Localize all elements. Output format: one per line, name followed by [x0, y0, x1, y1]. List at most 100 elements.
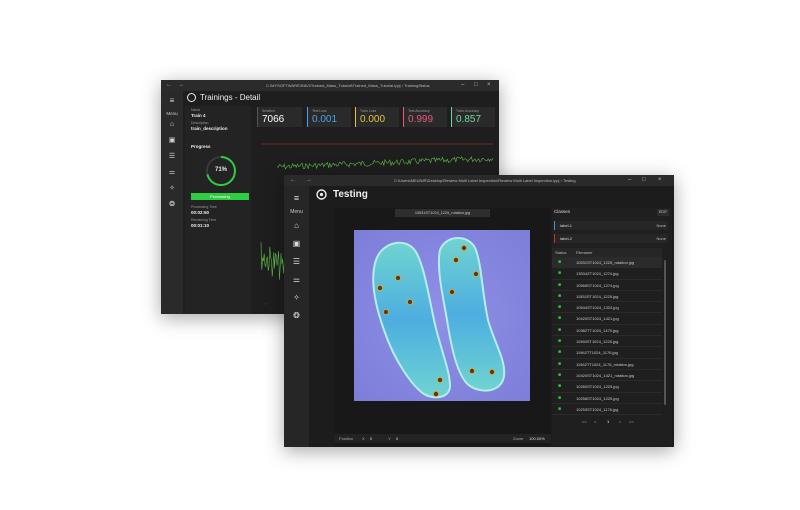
stat-label: Train Accuracy: [456, 109, 480, 113]
brain-icon[interactable]: ❂: [161, 201, 183, 208]
maximize-icon[interactable]: □: [642, 177, 646, 183]
filename-cell: 10260ST1024_1225.jpg: [576, 384, 619, 390]
defect-marker[interactable]: [376, 285, 383, 292]
table-row[interactable]: ■ 10544ST1024_1323.jpg: [552, 302, 662, 314]
filename-cell: 10420ST1024_1421.jpg: [576, 316, 619, 322]
table-row[interactable]: ■ 10253ST1024_1176.jpg: [552, 404, 662, 416]
table-row[interactable]: ■ 10565ST1024_1274.jpg: [552, 280, 662, 291]
hamburger-menu-icon[interactable]: ≡: [284, 194, 309, 203]
close-icon[interactable]: ×: [658, 177, 662, 183]
brain-icon[interactable]: ❂: [284, 312, 309, 320]
project-path: C:\MYSOFTWARE\RAVI\Trained_Mass_Tutorial…: [266, 83, 430, 88]
images-icon[interactable]: ▣: [284, 240, 309, 248]
status-check-icon: ■: [558, 349, 562, 356]
table-row[interactable]: ■ 10420ST1024_1421_rotation.jpg: [552, 370, 662, 382]
defect-marker[interactable]: [461, 244, 468, 251]
table-row[interactable]: ■ 10260ST1024_1225.jpg: [552, 381, 662, 393]
right-panel: Classes EDIT label-1 None label-2 None S…: [552, 208, 672, 445]
table-row[interactable]: ■ 11962TT1024_1176.jpg: [552, 347, 662, 359]
filename-cell: 13534ZT1024_1274.jpg: [576, 271, 619, 277]
y-value: 0: [396, 436, 399, 441]
close-icon[interactable]: ×: [487, 82, 491, 88]
defect-marker[interactable]: [382, 309, 389, 316]
zoom-label: Zoom: [513, 436, 524, 441]
position-label: Position: [339, 436, 354, 441]
defect-marker[interactable]: [433, 390, 440, 397]
status-check-icon: ■: [558, 315, 562, 322]
back-arrow-icon[interactable]: ←: [290, 177, 296, 183]
filename-cell: 11552ST1024_1225.jpg: [576, 293, 619, 299]
list-scrollbar[interactable]: [664, 260, 666, 405]
table-row[interactable]: ■ 10531ST1024_1225_rotation.jpg: [552, 257, 662, 269]
processing-status-button[interactable]: Processing: [191, 193, 249, 200]
filename-cell: 10382TT1024_1470.jpg: [576, 327, 619, 333]
defect-marker[interactable]: [407, 299, 414, 306]
defect-marker[interactable]: [395, 275, 402, 282]
status-check-icon: ■: [558, 394, 562, 401]
stat-label: Train Loss: [360, 109, 377, 113]
heatmap-image[interactable]: [354, 230, 530, 401]
x-value: 0: [370, 436, 373, 441]
status-check-icon: ■: [558, 304, 562, 311]
table-row[interactable]: ■ 13534ZT1024_1274.jpg: [552, 268, 662, 280]
stat-label: Test Loss: [312, 109, 327, 113]
testing-window: ← → C:\Users\MEUNIR\Desktop\Rewiew Multi…: [284, 175, 674, 447]
defect-marker[interactable]: [437, 376, 444, 383]
last-page-button[interactable]: >>: [629, 417, 634, 426]
stat-value: 0.001: [312, 114, 338, 125]
filename-cell: 10258ST1024_1225.jpg: [576, 395, 619, 401]
filename-cell: 10253ST1024_1176.jpg: [576, 406, 619, 412]
loss-line: [276, 156, 494, 170]
settings-sliders-icon[interactable]: ⚌: [284, 276, 309, 284]
forward-arrow-icon[interactable]: →: [306, 177, 312, 183]
table-row[interactable]: ■ 10258ST1024_1225.jpg: [552, 393, 662, 404]
status-check-icon: ■: [558, 405, 562, 412]
home-icon[interactable]: ⌂: [161, 121, 183, 128]
next-page-button[interactable]: >: [619, 417, 621, 426]
viewer-status-bar: Position X 0 Y 0 Zoom 100.00%: [335, 434, 551, 443]
defect-marker[interactable]: [488, 368, 495, 375]
table-row[interactable]: ■ 10382TT1024_1470.jpg: [552, 325, 662, 337]
minimize-icon[interactable]: –: [628, 177, 631, 183]
list-icon[interactable]: ☰: [161, 153, 183, 160]
class-row[interactable]: label-1 None: [554, 221, 668, 230]
magic-wand-icon[interactable]: ✧: [161, 185, 183, 192]
first-page-button[interactable]: <<: [582, 417, 587, 426]
table-row[interactable]: ■ 11552ST1024_1225.jpg: [552, 291, 662, 303]
list-icon[interactable]: ☰: [284, 258, 309, 266]
back-arrow-icon[interactable]: ←: [166, 82, 172, 88]
hamburger-menu-icon[interactable]: ≡: [161, 97, 183, 105]
defect-marker[interactable]: [473, 271, 480, 278]
status-column-header[interactable]: Status: [555, 248, 566, 257]
zoom-value: 100.00%: [529, 436, 545, 441]
stat-value: 7066: [262, 114, 285, 125]
title-bar: ← → C:\Users\MEUNIR\Desktop\Rewiew Multi…: [284, 175, 674, 186]
filename-column-header[interactable]: Filename: [576, 248, 592, 257]
defect-marker[interactable]: [469, 367, 476, 374]
description-value: train_description: [191, 126, 228, 131]
class-name: label-1: [560, 223, 573, 228]
prev-page-button[interactable]: <: [594, 417, 596, 426]
class-row[interactable]: label-2 None: [554, 234, 668, 243]
app-logo-icon: [316, 189, 327, 200]
settings-sliders-icon[interactable]: ⚌: [161, 169, 183, 176]
progress-label: Progress: [191, 144, 211, 149]
file-table: Status Filename ■ 10531ST1024_1225_rotati…: [552, 248, 662, 416]
defect-marker[interactable]: [453, 256, 460, 263]
stat-label: Test Accuracy: [408, 109, 430, 113]
table-row[interactable]: ■ 11962TT1024_1176_rotation.jpg: [552, 359, 662, 370]
images-icon[interactable]: ▣: [161, 137, 183, 144]
maximize-icon[interactable]: □: [474, 82, 478, 88]
magic-wand-icon[interactable]: ✧: [284, 294, 309, 302]
minimize-icon[interactable]: –: [461, 82, 464, 88]
table-row[interactable]: ■ 11960ST1024_1225.jpg: [552, 336, 662, 348]
home-icon[interactable]: ⌂: [284, 222, 309, 230]
progress-percent: 71%: [214, 167, 227, 173]
table-row[interactable]: ■ 10420ST1024_1421.jpg: [552, 313, 662, 325]
edit-classes-button[interactable]: EDIT: [657, 209, 669, 216]
classes-heading: Classes: [554, 209, 571, 214]
defect-marker[interactable]: [449, 289, 456, 296]
forward-arrow-icon[interactable]: →: [178, 82, 184, 88]
current-page[interactable]: 1: [607, 417, 609, 426]
image-viewer: 10531ST1024_1225_rotation.jpg: [335, 208, 551, 446]
